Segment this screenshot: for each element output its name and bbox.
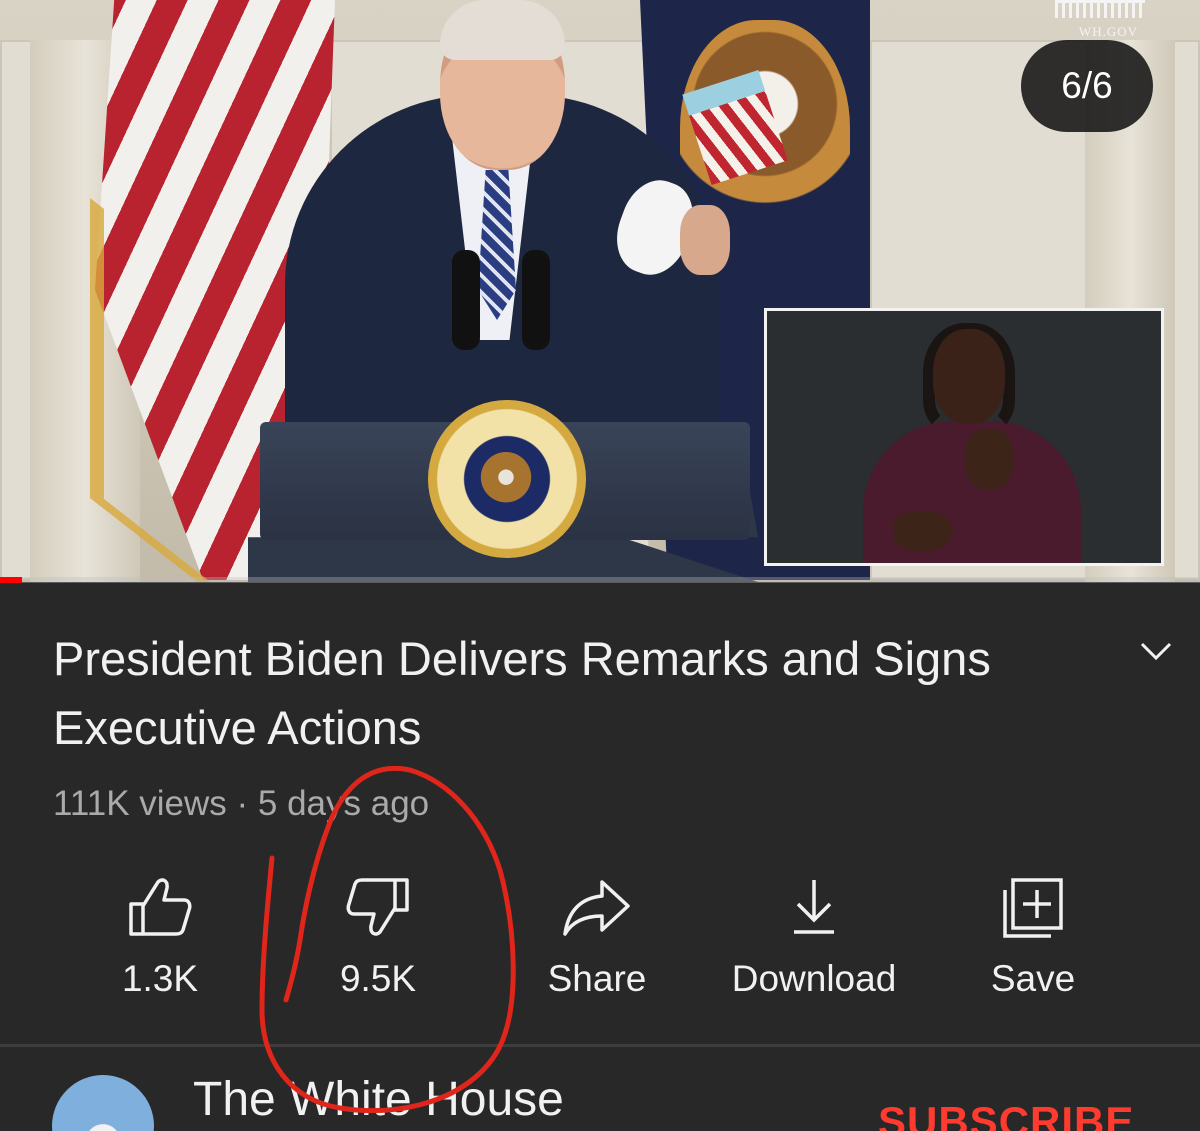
like-button[interactable]: 1.3K xyxy=(60,870,260,1010)
download-button[interactable]: Download xyxy=(714,870,914,1010)
video-title[interactable]: President Biden Delivers Remarks and Sig… xyxy=(53,624,1113,762)
microphone xyxy=(452,250,480,350)
video-meta: 111K views · 5 days ago xyxy=(53,784,430,823)
microphone xyxy=(522,250,550,350)
interpreter-hand xyxy=(893,511,951,551)
sign-language-interpreter-inset xyxy=(764,308,1164,566)
speaker-hand xyxy=(680,205,730,275)
dislike-button[interactable]: 9.5K xyxy=(278,870,478,1010)
share-label: Share xyxy=(547,958,647,999)
channel-avatar[interactable] xyxy=(52,1075,154,1131)
like-count: 1.3K xyxy=(121,958,199,999)
share-button[interactable]: Share xyxy=(497,870,697,1010)
channel-watermark: WH.GOV xyxy=(1078,24,1138,39)
share-icon xyxy=(563,880,630,936)
action-bar: 1.3K 9.5K Share Download Save xyxy=(50,870,1150,1010)
chevron-down-icon[interactable] xyxy=(1138,636,1174,666)
add-to-playlist-icon xyxy=(1003,878,1063,938)
channel-name[interactable]: The White House xyxy=(193,1072,564,1127)
white-house-icon xyxy=(1055,0,1145,18)
interpreter-hand xyxy=(965,429,1013,489)
thumbs-up-icon xyxy=(129,878,192,936)
save-button[interactable]: Save xyxy=(933,870,1133,1010)
speaker-hair xyxy=(440,0,565,60)
thumbs-down-icon xyxy=(346,878,409,936)
seal-eagle xyxy=(478,452,534,508)
interpreter-head xyxy=(933,329,1005,424)
dislike-count: 9.5K xyxy=(339,958,417,999)
download-icon xyxy=(794,880,834,934)
progress-bar-fill xyxy=(0,577,22,583)
save-label: Save xyxy=(990,958,1076,999)
divider xyxy=(0,1044,1200,1047)
image-counter: 6/6 xyxy=(1021,40,1153,132)
progress-bar[interactable] xyxy=(0,577,1200,583)
video-player[interactable]: WH.GOV 6/6 xyxy=(0,0,1200,582)
subscribe-button[interactable]: SUBSCRIBE xyxy=(878,1098,1134,1131)
download-label: Download xyxy=(731,958,897,999)
